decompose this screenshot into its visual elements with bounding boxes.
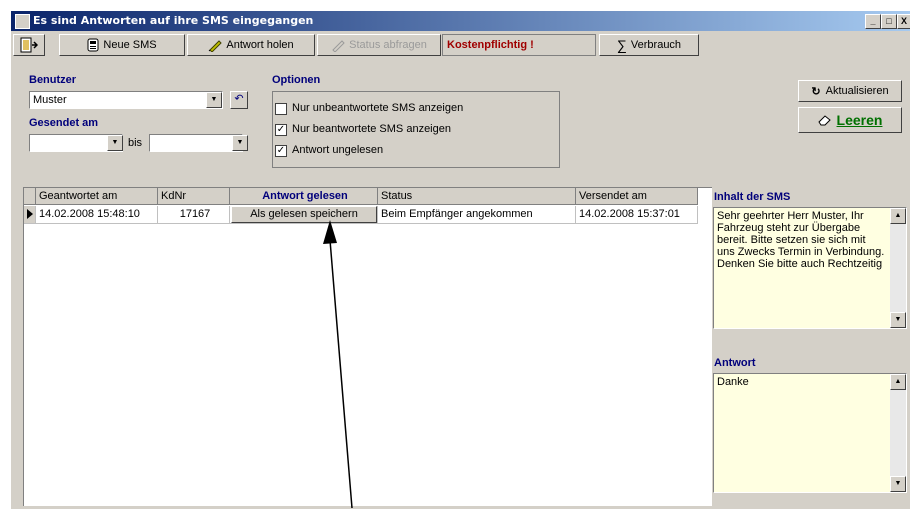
annotation-arrow xyxy=(323,220,353,508)
